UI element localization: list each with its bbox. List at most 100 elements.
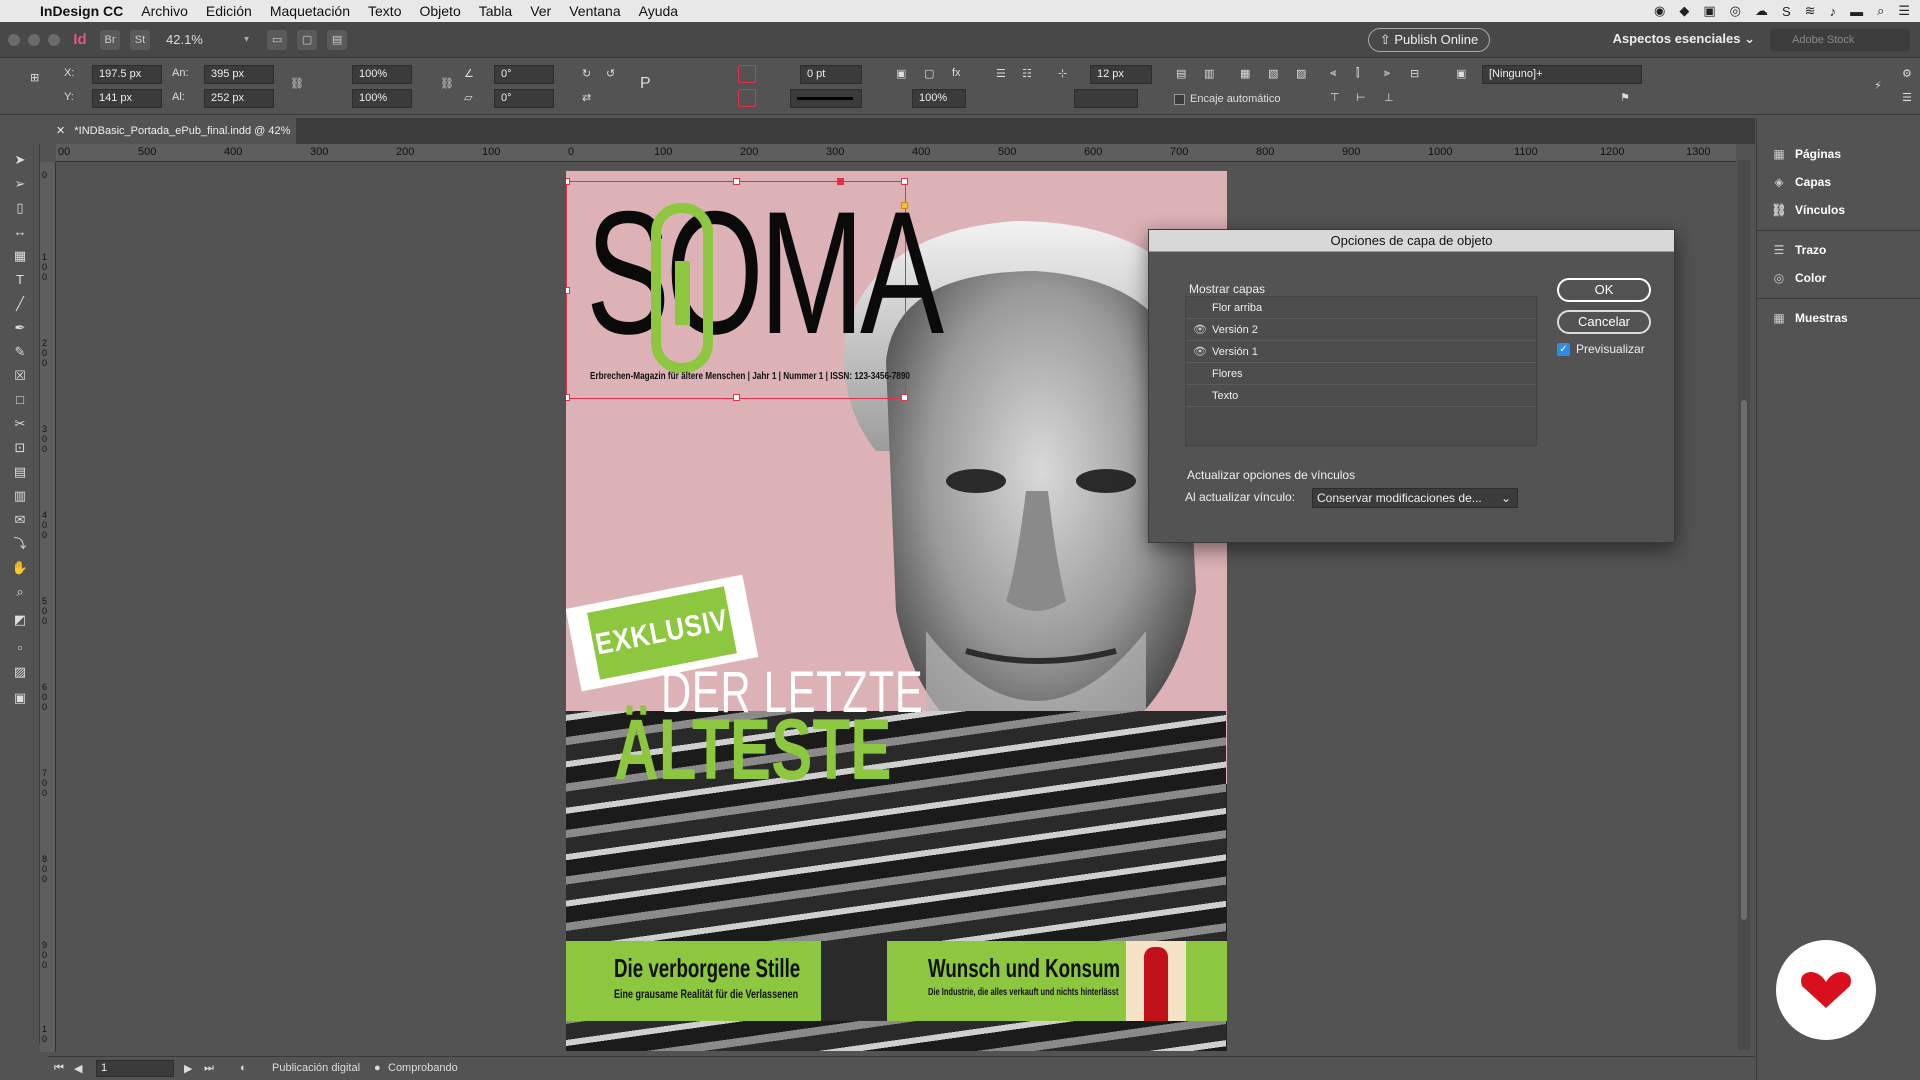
hand-tool-icon[interactable]: ✋ <box>10 560 30 576</box>
type-tool-icon[interactable]: T <box>10 272 30 288</box>
preflight-status[interactable]: Comprobando <box>388 1062 458 1074</box>
skype-icon[interactable]: S <box>1782 4 1791 19</box>
flip-horizontal-icon[interactable]: ⇄ <box>582 91 591 104</box>
page-tool-icon[interactable]: ▯ <box>10 200 30 216</box>
panel-layers[interactable]: ◈ Capas <box>1771 172 1831 192</box>
resize-handle[interactable] <box>733 394 740 401</box>
pencil-tool-icon[interactable]: ✎ <box>10 344 30 360</box>
distribute-icon[interactable]: ⊟ <box>1410 67 1419 80</box>
view-options-icon[interactable]: ▭ <box>267 29 288 50</box>
document-mode[interactable]: Publicación digital <box>272 1062 360 1074</box>
camera-icon[interactable]: ▣ <box>1703 3 1715 19</box>
control-settings-icon[interactable]: ⚙ <box>1902 67 1912 80</box>
drop-shadow-icon[interactable]: ▢ <box>924 67 934 80</box>
object-style-select[interactable]: [Ninguno]+ <box>1482 65 1642 84</box>
direct-selection-tool-icon[interactable]: ➢ <box>10 176 30 192</box>
rectangle-frame-tool-icon[interactable]: ☒ <box>10 368 30 384</box>
rotation-angle-field[interactable]: 0° <box>494 65 554 84</box>
panel-color[interactable]: ◎ Color <box>1771 268 1827 288</box>
column-width-field[interactable] <box>1074 89 1138 108</box>
menu-objeto[interactable]: Objeto <box>419 3 460 19</box>
menu-tabla[interactable]: Tabla <box>479 3 512 19</box>
app-name[interactable]: InDesign CC <box>40 3 123 19</box>
bottom-story-band[interactable]: Die verborgene Stille Eine grausame Real… <box>566 941 1227 1021</box>
note-tool-icon[interactable]: ✉ <box>10 512 30 528</box>
chain-scale-icon[interactable]: ⛓ <box>440 77 454 90</box>
zoom-level[interactable]: 42.1% <box>166 32 236 47</box>
update-link-select[interactable]: Conservar modificaciones de... ⌄ <box>1312 488 1518 508</box>
magazine-cover-page[interactable]: SOMA Erbrechen-Magazin für ältere Mensch… <box>566 171 1227 1051</box>
zoom-tool-icon[interactable]: ⌕ <box>10 584 30 600</box>
minimize-window-icon[interactable] <box>28 33 40 46</box>
pen-tool-icon[interactable]: ✒ <box>10 320 30 336</box>
fit-proportional-icon[interactable]: ▨ <box>1296 67 1306 80</box>
scale-y-field[interactable]: 100% <box>352 89 412 108</box>
scrollbar-thumb[interactable] <box>1741 400 1747 920</box>
next-page-icon[interactable]: ▶ <box>184 1062 192 1075</box>
layer-row-version-2[interactable]: 👁 Versión 2 <box>1186 319 1536 341</box>
close-tab-icon[interactable]: ✕ <box>56 125 65 137</box>
vertical-scrollbar[interactable] <box>1738 160 1750 1050</box>
publish-online-button[interactable]: ⇧ Publish Online <box>1368 28 1490 52</box>
text-wrap-alt-icon[interactable]: ☷ <box>1022 67 1032 80</box>
resize-handle[interactable] <box>566 178 570 185</box>
effects-icon[interactable]: fx <box>952 67 961 79</box>
preflight-profile-icon[interactable]: ◐ <box>240 1062 247 1074</box>
document-tab[interactable]: ✕ *INDBasic_Portada_ePub_final.indd @ 42… <box>48 118 296 144</box>
fit-frame-icon[interactable]: ▥ <box>1204 67 1214 80</box>
panel-swatches[interactable]: ▦ Muestras <box>1771 308 1847 328</box>
rotate-ccw-icon[interactable]: ↺ <box>606 67 615 80</box>
line-tool-icon[interactable]: ╱ <box>10 296 30 312</box>
record-icon[interactable]: ◉ <box>1654 3 1665 19</box>
layer-row-flores[interactable]: Flores <box>1186 363 1536 385</box>
auto-fit-checkbox[interactable] <box>1174 94 1185 105</box>
stock-button[interactable]: St <box>130 29 150 50</box>
arrange-documents-icon[interactable]: ▤ <box>327 29 348 50</box>
stroke-weight-field[interactable]: 0 pt <box>800 65 862 84</box>
layer-row-version-1[interactable]: 👁 Versión 1 <box>1186 341 1536 363</box>
fill-swatch[interactable] <box>738 65 756 83</box>
menu-ayuda[interactable]: Ayuda <box>639 3 678 19</box>
adobe-stock-search[interactable]: Adobe Stock <box>1770 29 1910 51</box>
height-field[interactable]: 252 px <box>204 89 274 108</box>
fill-stroke-icon[interactable]: ◩ <box>10 612 30 628</box>
bridge-button[interactable]: Br <box>100 29 120 50</box>
shear-angle-field[interactable]: 0° <box>494 89 554 108</box>
previous-page-icon[interactable]: ◀ <box>74 1062 82 1075</box>
dropbox-icon[interactable]: ◆ <box>1679 3 1689 19</box>
layer-row-texto[interactable]: Texto <box>1186 385 1536 407</box>
cancel-button[interactable]: Cancelar <box>1557 310 1651 334</box>
gap-field[interactable]: 12 px <box>1090 65 1152 84</box>
scale-x-field[interactable]: 100% <box>352 65 412 84</box>
x-field[interactable]: 197.5 px <box>92 65 162 84</box>
menu-ventana[interactable]: Ventana <box>569 3 620 19</box>
notifications-icon[interactable]: ☰ <box>1898 3 1910 19</box>
apply-none-icon[interactable]: ▨ <box>10 664 30 680</box>
gradient-feather-tool-icon[interactable]: ▥ <box>10 488 30 504</box>
workspace-switcher[interactable]: Aspectos esenciales ⌄ <box>1613 31 1755 47</box>
align-left-icon[interactable]: ⫷ <box>1330 67 1336 80</box>
gap-tool-icon[interactable]: ↔ <box>10 224 30 240</box>
selection-tool-icon[interactable]: ➤ <box>10 152 30 168</box>
ok-button[interactable]: OK <box>1557 278 1651 302</box>
free-transform-tool-icon[interactable]: ⊡ <box>10 440 30 456</box>
eye-icon[interactable]: 👁 <box>1192 319 1208 341</box>
reference-point-icon[interactable]: ⊞ <box>30 71 39 84</box>
menu-archivo[interactable]: Archivo <box>141 3 188 19</box>
panel-menu-icon[interactable]: ☰ <box>1902 91 1912 104</box>
lightning-icon[interactable]: ⚡ <box>1874 79 1882 92</box>
zoom-window-icon[interactable] <box>48 33 60 46</box>
align-center-icon[interactable]: ⫿ <box>1356 67 1360 80</box>
constrain-proportions-icon[interactable]: ⛓ <box>290 77 304 90</box>
quick-apply-icon[interactable]: ⚑ <box>1620 91 1630 104</box>
stroke-type-select[interactable] <box>790 89 862 108</box>
screen-mode-icon[interactable]: ▢ <box>297 29 318 50</box>
center-content-icon[interactable]: ▦ <box>1240 67 1250 80</box>
menu-maquetacion[interactable]: Maquetación <box>270 3 350 19</box>
panel-pages[interactable]: ▦ Páginas <box>1771 144 1841 164</box>
panel-links[interactable]: ⛓ Vínculos <box>1771 200 1845 220</box>
close-window-icon[interactable] <box>8 33 20 46</box>
eyedropper-tool-icon[interactable]: ⤵ <box>10 536 30 552</box>
flag-icon[interactable]: ▬ <box>1850 4 1863 19</box>
rectangle-tool-icon[interactable]: □ <box>10 392 30 408</box>
